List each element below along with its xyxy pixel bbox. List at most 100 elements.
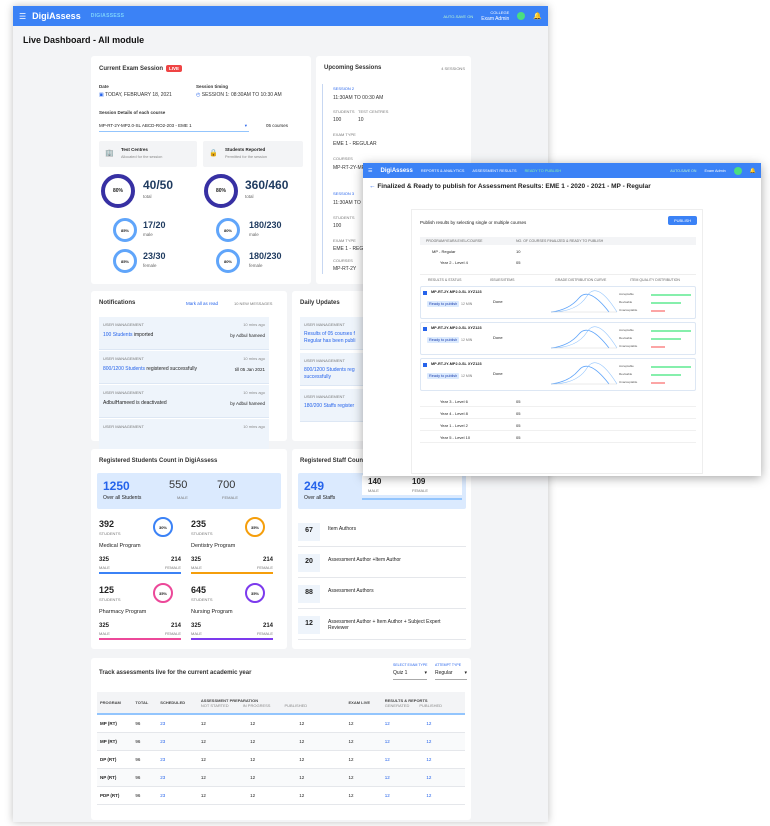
attempt-type-label: ATTEMPT TYPE bbox=[435, 663, 462, 667]
user-name[interactable]: Exam Admin bbox=[704, 169, 725, 173]
quality-label: Acceptable bbox=[619, 292, 634, 296]
table-row[interactable]: DP (RT) 96 23 12 12 12 12 12 12 bbox=[97, 750, 465, 768]
program-tile[interactable]: 235 STUDENTS 35% Dentistry Program 325 MALE 21… bbox=[189, 517, 275, 577]
nav-reports[interactable]: REPORTS & ANALYTICS bbox=[421, 169, 465, 173]
bell-icon[interactable]: 🔔 bbox=[750, 168, 756, 174]
total-cell: 96 bbox=[135, 774, 141, 780]
exam-type-label: SELECT EXAM TYPE bbox=[393, 663, 428, 667]
overlay-title-row: ← Finalized & Ready to publish for Asses… bbox=[369, 183, 651, 190]
track-table: PROGRAM TOTAL SCHEDULED ASSESSMENT PREPA… bbox=[97, 692, 465, 805]
female-label: FEMALE bbox=[412, 488, 429, 493]
program-female: 214 bbox=[262, 623, 273, 629]
staff-role-item[interactable]: 12 Assessment Author + Item Author + Subj… bbox=[298, 612, 466, 640]
scheduled-cell[interactable]: 23 bbox=[157, 786, 198, 804]
level-row[interactable]: Year 4 - Level 8 05 bbox=[420, 408, 696, 419]
role-count: 12 bbox=[298, 616, 320, 634]
menu-icon[interactable]: ☰ bbox=[19, 12, 26, 21]
program-female: 214 bbox=[262, 557, 273, 563]
publish-button[interactable]: PUBLISH bbox=[668, 216, 698, 225]
program-male: 325 bbox=[191, 623, 202, 629]
course-row[interactable]: MP-RT-2Y-MP2.0-SL XYZ123 Ready to publish… bbox=[420, 286, 696, 319]
quality-bar bbox=[651, 366, 691, 368]
generated-cell: 12 bbox=[384, 792, 390, 798]
course-row[interactable]: MP-RT-2Y-MP2.0-SL XYZ123 Ready to publish… bbox=[420, 322, 696, 355]
scheduled-cell[interactable]: 23 bbox=[157, 714, 198, 732]
tc-female-label: female bbox=[143, 263, 157, 268]
staff-role-item[interactable]: 88 Assessment Authors bbox=[298, 581, 466, 609]
level-row[interactable]: Year 1 - Level 2 05 bbox=[420, 420, 696, 431]
course-select[interactable]: MP-RT-2Y-MP2.0-SL ABCD-RO2-203 - EME 1 ▾ bbox=[99, 120, 249, 132]
staff-count-card: Registered Staff Count 249 Over all Staf… bbox=[292, 449, 471, 649]
notification-item[interactable]: USER MANAGEMENT 10 mins ago 800/1200 Stude… bbox=[99, 351, 269, 384]
track-assessments-card: Track assessments live for the current a… bbox=[91, 658, 471, 820]
avatar[interactable] bbox=[733, 166, 742, 175]
program-cell: MP (RT) bbox=[100, 738, 117, 744]
ready-to-publish-window: ☰ DigiAssess REPORTS & ANALYTICS ASSESSM… bbox=[363, 163, 761, 476]
issues-status: Done bbox=[493, 335, 503, 340]
table-row[interactable]: MP (RT) 96 23 12 12 12 12 12 12 bbox=[97, 714, 465, 732]
course-code: MP-RT-2Y-MP2.0-SL XYZ123 bbox=[431, 362, 482, 366]
scheduled-cell[interactable]: 23 bbox=[157, 768, 198, 786]
exam-type-select[interactable]: Quiz 1 ▾ bbox=[393, 670, 427, 680]
program-name: Medical Program bbox=[99, 543, 141, 549]
quality-label: Unacceptable bbox=[619, 344, 638, 348]
exam-live-cell: 12 bbox=[348, 792, 354, 798]
program-tile[interactable]: 645 STUDENTS 35% Nursing Program 325 MALE 214 F… bbox=[189, 583, 275, 643]
level-row[interactable]: Year 3 - Level 6 05 bbox=[420, 396, 696, 407]
nav-ready[interactable]: READY TO PUBLISH bbox=[525, 169, 562, 173]
col-items: ISSUES/ITEMS bbox=[490, 278, 515, 282]
generated-label: GENERATED bbox=[384, 702, 410, 708]
level-name: Year 1 - Level 2 bbox=[440, 423, 468, 428]
program-tile[interactable]: 392 STUDENTS 30% Medical Program 325 MALE 214 F… bbox=[97, 517, 183, 577]
program-name: Pharmacy Program bbox=[99, 609, 147, 615]
ready-to-publish-badge: Ready to publish bbox=[427, 373, 460, 379]
level-row[interactable]: Year 5 - Level 10 05 bbox=[420, 432, 696, 443]
notification-highlight[interactable]: 100 Students bbox=[103, 332, 132, 338]
program-cell: PDP (RT) bbox=[100, 792, 120, 798]
checkbox[interactable] bbox=[423, 363, 427, 367]
staff-role-item[interactable]: 67 Item Authors bbox=[298, 519, 466, 547]
staff-gender-box: 140 MALE 109 FEMALE bbox=[362, 475, 462, 495]
menu-icon[interactable]: ☰ bbox=[368, 168, 372, 174]
program-tile[interactable]: 125 STUDENTS 35% Pharmacy Program 325 MALE 214… bbox=[97, 583, 183, 643]
not-started-cell: 12 bbox=[200, 756, 206, 762]
nav-results[interactable]: ASSESSMENT RESULTS bbox=[472, 169, 516, 173]
level-name: Year 3 - Level 6 bbox=[440, 399, 468, 404]
scheduled-cell[interactable]: 23 bbox=[157, 732, 198, 750]
lock-icon: 🔒 bbox=[209, 150, 218, 157]
notification-highlight[interactable]: 800/1200 Students bbox=[103, 366, 145, 372]
checkbox[interactable] bbox=[423, 291, 427, 295]
checkbox[interactable] bbox=[423, 327, 427, 331]
table-row[interactable]: NP (RT) 96 23 12 12 12 12 12 12 bbox=[97, 768, 465, 786]
staff-role-item[interactable]: 20 Assessment Author +Item Author bbox=[298, 550, 466, 578]
table-row[interactable]: PDP (RT) 96 23 12 12 12 12 12 12 bbox=[97, 786, 465, 804]
user-info[interactable]: COLLEGE Exam Admin bbox=[481, 10, 509, 22]
scheduled-cell[interactable]: 23 bbox=[157, 750, 198, 768]
program-count: 392 bbox=[99, 519, 115, 529]
bell-icon[interactable]: 🔔 bbox=[533, 12, 542, 20]
mark-all-read-link[interactable]: Mark all as read bbox=[186, 301, 218, 306]
role-name: Assessment Authors bbox=[328, 588, 374, 594]
exam-type-value: EME 1 - REGULAR bbox=[333, 141, 377, 147]
notification-item[interactable]: USER MANAGEMENT 10 mins ago 100 Students i… bbox=[99, 317, 269, 350]
card-title: Track assessments live for the current a… bbox=[99, 670, 252, 676]
program-bar bbox=[191, 638, 273, 640]
update-category: USER MANAGEMENT bbox=[304, 394, 345, 399]
sr-male-label: male bbox=[249, 232, 259, 237]
notification-item[interactable]: USER MANAGEMENT 10 mins ago bbox=[99, 419, 269, 452]
r-published-cell: 12 bbox=[426, 774, 432, 780]
staff-male: 140 bbox=[368, 477, 382, 486]
avatar[interactable] bbox=[517, 12, 526, 20]
notification-text: AdbulHameed is deactivated bbox=[103, 400, 203, 406]
course-row[interactable]: MP-RT-2Y-MP2.0-SL XYZ123 Ready to publish… bbox=[420, 358, 696, 391]
attempt-type-select[interactable]: Regular ▾ bbox=[435, 670, 467, 680]
program-ring: 35% bbox=[153, 583, 173, 603]
table-row[interactable]: MP (RT) 96 23 12 12 12 12 12 12 bbox=[97, 732, 465, 750]
notification-item[interactable]: USER MANAGEMENT 10 mins ago AdbulHameed is… bbox=[99, 385, 269, 418]
quality-bar bbox=[651, 302, 681, 304]
quality-label: Acceptable bbox=[619, 364, 634, 368]
col-courses: NO. OF COURSES FINALIZED & READY TO PUBL… bbox=[516, 239, 604, 243]
col-result: RESULTS & STATUS bbox=[428, 278, 462, 282]
female-label: FEMALE bbox=[222, 495, 239, 500]
published-cell: 12 bbox=[299, 738, 305, 744]
